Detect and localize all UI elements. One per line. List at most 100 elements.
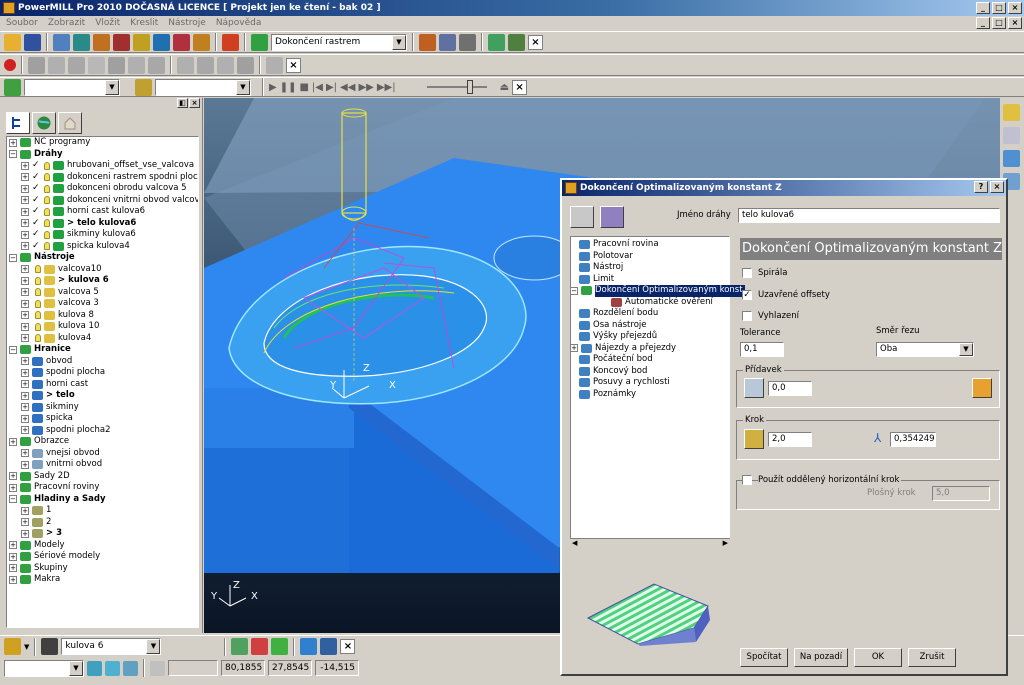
explorer-tree-item[interactable]: + ✓ horni cast kulova6 bbox=[7, 206, 198, 218]
tool-draw-icon[interactable] bbox=[300, 638, 318, 655]
visible-check-icon[interactable]: ✓ bbox=[32, 206, 41, 218]
thickness-icon[interactable] bbox=[744, 378, 764, 398]
dialog-tree-item[interactable]: Osa nástroje bbox=[571, 320, 729, 332]
view-shade-icon[interactable] bbox=[1003, 104, 1020, 121]
snap-icon[interactable] bbox=[87, 660, 102, 676]
verify-icon[interactable] bbox=[488, 33, 505, 51]
close-simbar-icon[interactable]: × bbox=[512, 79, 528, 95]
explorer-tree-item[interactable]: + ✓ dokonceni vnitrni obvod valcov bbox=[7, 195, 198, 207]
vyhlazeni-checkbox[interactable] bbox=[742, 311, 752, 321]
stop-icon[interactable]: ■ bbox=[299, 82, 308, 93]
chevron-down-icon[interactable]: ▼ bbox=[959, 343, 973, 356]
expand-icon[interactable]: + bbox=[21, 265, 29, 274]
explorer-tree-item[interactable]: − Nástroje bbox=[7, 252, 198, 264]
na-pozadi-button[interactable]: Na pozadí bbox=[794, 648, 848, 667]
tab-home[interactable] bbox=[58, 112, 82, 134]
zoom-fit-icon[interactable] bbox=[197, 56, 214, 74]
close-toolbar-icon[interactable]: × bbox=[340, 639, 356, 654]
lightbulb-icon[interactable] bbox=[35, 311, 41, 320]
section-icon[interactable] bbox=[266, 56, 283, 74]
expand-icon[interactable]: + bbox=[21, 219, 29, 228]
dialog-tree-item[interactable]: Polotovar bbox=[571, 251, 729, 263]
eject-icon[interactable]: ⏏ bbox=[500, 82, 509, 93]
step-forward-icon[interactable]: ▶| bbox=[326, 82, 337, 93]
plosny-input[interactable]: 5,0 bbox=[932, 486, 990, 501]
explorer-tree-item[interactable]: + Skupiny bbox=[7, 563, 198, 575]
dialog-tree-item[interactable]: Limit bbox=[571, 274, 729, 286]
visible-check-icon[interactable]: ✓ bbox=[32, 160, 41, 172]
minimize-button[interactable]: _ bbox=[976, 2, 990, 14]
dialog-tree-item[interactable]: Výšky přejezdů bbox=[571, 331, 729, 343]
view-back-icon[interactable] bbox=[128, 56, 145, 74]
menu-napoveda[interactable]: Nápověda bbox=[216, 16, 262, 30]
expand-icon[interactable]: + bbox=[9, 564, 17, 573]
smer-combo[interactable]: Oba ▼ bbox=[876, 342, 974, 357]
expand-icon[interactable]: + bbox=[21, 299, 29, 308]
lightbulb-icon[interactable] bbox=[35, 299, 41, 308]
calculator-icon[interactable] bbox=[439, 33, 456, 51]
expand-icon[interactable]: − bbox=[9, 150, 17, 159]
ok-button[interactable]: OK bbox=[854, 648, 902, 667]
block-icon[interactable] bbox=[53, 33, 70, 51]
explorer-tree-item[interactable]: − Hranice bbox=[7, 344, 198, 356]
explorer-tree-item[interactable]: + Makra bbox=[7, 574, 198, 586]
expand-icon[interactable]: + bbox=[21, 391, 29, 400]
zrusit-button[interactable]: Zrušit bbox=[908, 648, 956, 667]
lightbulb-icon[interactable] bbox=[44, 207, 50, 216]
explorer-tree-item[interactable]: + Sady 2D bbox=[7, 471, 198, 483]
visible-check-icon[interactable]: ✓ bbox=[32, 183, 41, 195]
uzavrene-checkbox[interactable]: ✓ bbox=[742, 290, 752, 300]
expand-icon[interactable]: + bbox=[9, 472, 17, 481]
dialog-tree-item[interactable]: − Dokončení Optimalizovaným konst bbox=[570, 285, 745, 297]
lightbulb-icon[interactable] bbox=[35, 322, 41, 331]
expand-icon[interactable]: + bbox=[21, 184, 29, 193]
expand-icon[interactable]: + bbox=[21, 426, 29, 435]
leads-icon[interactable] bbox=[133, 33, 150, 51]
stepdown-icon[interactable] bbox=[744, 429, 764, 449]
simulation-tool-combo[interactable]: ▼ bbox=[155, 78, 251, 96]
explorer-tree-item[interactable]: + valcova10 bbox=[7, 264, 198, 276]
expand-icon[interactable]: + bbox=[9, 138, 17, 147]
expand-icon[interactable]: + bbox=[21, 518, 29, 527]
simulation-icon[interactable] bbox=[4, 78, 21, 96]
dialog-tree-item[interactable]: Počáteční bod bbox=[571, 354, 729, 366]
keyboard-icon[interactable] bbox=[150, 660, 165, 676]
doc-minimize-button[interactable]: _ bbox=[976, 17, 990, 29]
expand-icon[interactable]: + bbox=[570, 344, 578, 353]
explorer-tree-item[interactable]: − Dráhy bbox=[7, 149, 198, 161]
view-cube-icon[interactable] bbox=[1003, 150, 1020, 167]
maximize-button[interactable]: □ bbox=[992, 2, 1006, 14]
simulation-path-combo[interactable]: ▼ bbox=[24, 78, 120, 96]
expand-icon[interactable]: + bbox=[21, 322, 29, 331]
expand-icon[interactable]: + bbox=[21, 334, 29, 343]
toolaxis-icon[interactable] bbox=[193, 33, 210, 51]
tolerance-input[interactable]: 0,1 bbox=[740, 342, 784, 357]
lightbulb-icon[interactable] bbox=[35, 276, 41, 285]
doc-close-button[interactable]: × bbox=[1008, 17, 1022, 29]
toolpath-name-input[interactable]: telo kulova6 bbox=[738, 208, 1000, 223]
tool-list-icon[interactable] bbox=[41, 638, 59, 655]
workplane-icon[interactable] bbox=[123, 660, 138, 676]
explorer-tree-item[interactable]: +2 bbox=[7, 517, 198, 529]
dialog-tree-item[interactable]: Koncový bod bbox=[571, 366, 729, 378]
workplane-combo[interactable]: ▼ bbox=[4, 659, 84, 677]
visible-check-icon[interactable]: ✓ bbox=[32, 229, 41, 241]
component-thickness-icon[interactable] bbox=[972, 378, 992, 398]
explorer-tree-item[interactable]: + spodni plocha bbox=[7, 367, 198, 379]
strategy-combo[interactable]: Dokončení rastrem ▼ bbox=[271, 33, 407, 51]
explorer-tree-item[interactable]: + sikminy bbox=[7, 402, 198, 414]
chevron-down-icon[interactable]: ▼ bbox=[69, 660, 83, 676]
expand-icon[interactable]: + bbox=[9, 575, 17, 584]
scroll-left-icon[interactable]: ◀ bbox=[572, 539, 577, 547]
tool-icon[interactable] bbox=[73, 33, 90, 51]
explorer-tree-item[interactable]: + > telo bbox=[7, 390, 198, 402]
step-back-icon[interactable]: |◀ bbox=[312, 82, 323, 93]
shade-icon[interactable] bbox=[217, 56, 234, 74]
lightbulb-icon[interactable] bbox=[35, 334, 41, 343]
pin-icon[interactable]: ◧ bbox=[177, 98, 188, 108]
dialog-close-button[interactable]: × bbox=[990, 181, 1004, 193]
chevron-down-icon[interactable]: ▼ bbox=[146, 639, 161, 654]
lightbulb-icon[interactable] bbox=[35, 288, 41, 297]
menu-soubor[interactable]: Soubor bbox=[6, 16, 38, 30]
explorer-tree-item[interactable]: + spodni plocha2 bbox=[7, 425, 198, 437]
